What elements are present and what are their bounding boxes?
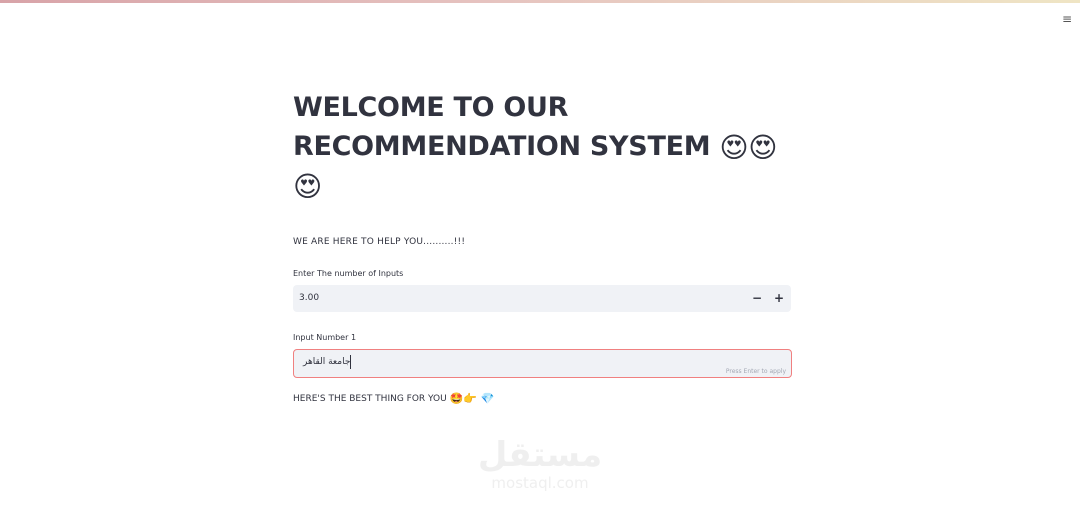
- heart-eyes-emoji-icon: 😍: [748, 131, 778, 164]
- heart-eyes-emoji-icon: 😍: [293, 170, 322, 203]
- text-input-value[interactable]: جامعة القاهر: [303, 357, 350, 367]
- result-text: HERE'S THE BEST THING FOR YOU 🤩👉 💎: [293, 392, 791, 405]
- number-input-label: Enter The number of Inputs: [293, 269, 404, 278]
- result-label: HERE'S THE BEST THING FOR YOU: [293, 394, 447, 404]
- number-of-inputs-field[interactable]: 3.00 − +: [293, 285, 791, 312]
- text-input-label: Input Number 1: [293, 333, 357, 342]
- text-cursor: [350, 355, 351, 369]
- heart-eyes-emoji-icon: 😍: [719, 131, 749, 164]
- input-number-1-field[interactable]: جامعة القاهر Press Enter to apply: [293, 349, 792, 378]
- watermark-latin: mostaql.com: [491, 474, 589, 492]
- subtitle-text: WE ARE HERE TO HELP YOU..........!!!: [293, 237, 466, 247]
- page-title-text: WELCOME TO OUR RECOMMENDATION SYSTEM: [293, 92, 711, 162]
- page-title: WELCOME TO OUR RECOMMENDATION SYSTEM 😍😍 …: [293, 88, 791, 205]
- number-input-value[interactable]: 3.00: [299, 293, 319, 303]
- press-enter-hint: Press Enter to apply: [725, 368, 786, 375]
- decrement-button[interactable]: −: [746, 285, 768, 312]
- result-emojis-icon: 🤩👉 💎: [449, 392, 495, 405]
- hamburger-menu-icon[interactable]: ≡: [1060, 12, 1074, 26]
- main-content: WELCOME TO OUR RECOMMENDATION SYSTEM 😍😍 …: [293, 88, 792, 405]
- mostaql-watermark: مستقل mostaql.com: [472, 436, 608, 492]
- watermark-arabic: مستقل: [477, 435, 603, 475]
- top-decoration-bar: [0, 0, 1080, 3]
- increment-button[interactable]: +: [768, 285, 790, 312]
